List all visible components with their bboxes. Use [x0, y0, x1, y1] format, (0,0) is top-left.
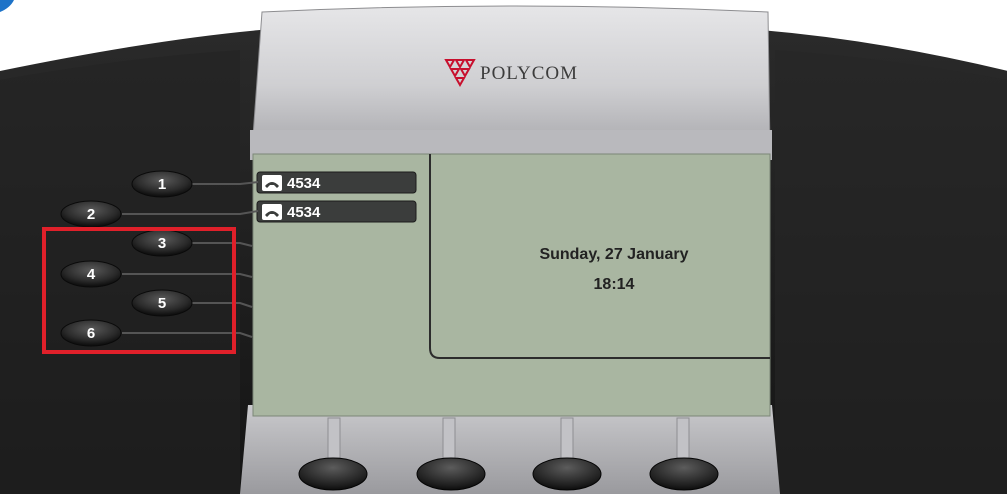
idle-date: Sunday, 27 January — [539, 246, 688, 263]
line-key-label: 4 — [87, 266, 96, 283]
soft-key-1[interactable] — [298, 457, 368, 491]
line-key-label: 2 — [87, 206, 95, 223]
corner-mark — [0, 0, 14, 12]
line-key-label: 6 — [87, 325, 95, 342]
right-panel — [775, 50, 1007, 494]
line-label-2[interactable]: 4534 — [256, 200, 417, 223]
soft-key-4[interactable] — [649, 457, 719, 491]
line-label-text: 4534 — [287, 175, 321, 192]
line-key-4[interactable]: 4 — [60, 260, 122, 288]
line-key-6[interactable]: 6 — [60, 319, 122, 347]
phone-illustration: 4534 4534 Sunday, 27 January 18:14 1 2 3… — [0, 0, 1007, 494]
line-key-label: 5 — [158, 295, 166, 312]
line-key-3[interactable]: 3 — [131, 229, 193, 257]
line-label-text: 4534 — [287, 204, 321, 221]
line-key-label: 1 — [158, 176, 166, 193]
idle-time: 18:14 — [594, 276, 635, 293]
handset-icon — [262, 204, 282, 220]
soft-key-2[interactable] — [416, 457, 486, 491]
line-key-2[interactable]: 2 — [60, 200, 122, 228]
line-key-1[interactable]: 1 — [131, 170, 193, 198]
soft-key-3[interactable] — [532, 457, 602, 491]
brand-name: POLYCOM — [480, 63, 578, 84]
line-key-label: 3 — [158, 235, 166, 252]
handset-icon — [262, 175, 282, 191]
line-key-5[interactable]: 5 — [131, 289, 193, 317]
line-label-1[interactable]: 4534 — [256, 171, 417, 194]
